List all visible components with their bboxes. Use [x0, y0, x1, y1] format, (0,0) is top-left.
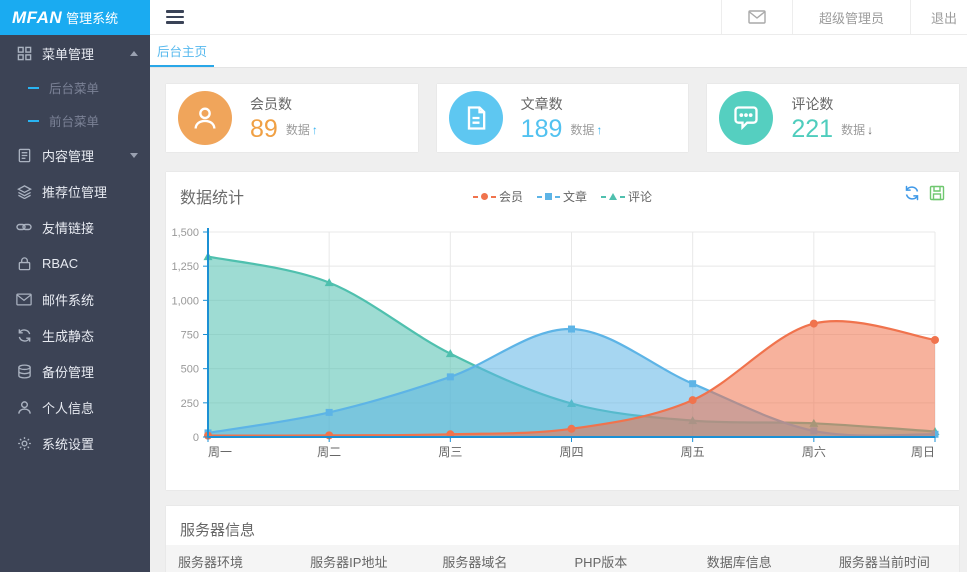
sidebar-item-9[interactable]: 个人信息 — [0, 389, 150, 425]
comment-icon — [719, 91, 774, 145]
server-table-header-row: 服务器环境 服务器IP地址 服务器域名 PHP版本 数据库信息 服务器当前时间 — [166, 545, 959, 572]
grid-icon — [16, 45, 32, 61]
sidebar: 菜单管理后台菜单前台菜单内容管理推荐位管理友情链接 RBAC 邮件系统生成静态备份管… — [0, 35, 150, 572]
user-icon — [16, 399, 32, 415]
sidebar-item-label: 生成静态 — [42, 328, 95, 344]
svg-text:1,500: 1,500 — [171, 227, 199, 239]
svg-text:周日: 周日 — [911, 445, 935, 459]
sidebar-item-8[interactable]: 备份管理 — [0, 353, 150, 389]
svg-text:周一: 周一 — [208, 445, 232, 459]
document-icon — [16, 147, 32, 163]
sidebar-item-label: 内容管理 — [42, 148, 95, 164]
server-table-column-header: 服务器当前时间 — [838, 554, 930, 570]
stat-card-title: 评论数 — [791, 96, 834, 112]
sidebar-item-7[interactable]: 生成静态 — [0, 317, 150, 353]
sidebar-item-6[interactable]: 邮件系统 — [0, 281, 150, 317]
logout-button[interactable]: 退出 — [909, 0, 967, 34]
layers-icon — [16, 183, 32, 199]
stat-card-value: 189 — [520, 115, 563, 143]
svg-text:周六: 周六 — [802, 445, 826, 459]
stat-card-label: 数据 — [285, 122, 310, 137]
svg-text:周二: 周二 — [317, 445, 341, 459]
sidebar-item-label: 菜单管理 — [42, 46, 95, 62]
statistics-panel: 数据统计 会员 文章 评论 0 250 500 750 1,000 1,250 1,500 周一周… — [166, 172, 959, 490]
stat-cards-row: 会员数 89 数据 ↑ 文章数 189 数据 ↑ 评论数 221 数据 ↓ — [166, 84, 960, 152]
trend-up-icon: ↑ — [311, 122, 318, 137]
sidebar-item-1[interactable]: 菜单管理 — [0, 35, 150, 71]
sidebar-item-5[interactable]: RBAC — [0, 245, 150, 281]
stat-card-title: 会员数 — [250, 96, 292, 112]
stat-card-3: 评论数 221 数据 ↓ — [707, 84, 960, 152]
current-user[interactable]: 超级管理员 — [791, 0, 910, 34]
sidebar-item-label: 推荐位管理 — [42, 184, 108, 200]
stat-card-label: 数据 — [570, 122, 595, 137]
server-info-title: 服务器信息 — [180, 522, 256, 539]
server-table-column-header: 数据库信息 — [706, 554, 772, 570]
sidebar-item-2[interactable]: 内容管理 — [0, 137, 150, 173]
sidebar-item-3[interactable]: 推荐位管理 — [0, 173, 150, 209]
database-icon — [16, 363, 32, 379]
stat-card-value: 221 — [791, 115, 834, 143]
sidebar-subitem[interactable]: 后台菜单 — [0, 71, 150, 104]
server-table-column-header: PHP版本 — [574, 554, 628, 570]
svg-text:1,000: 1,000 — [171, 295, 199, 307]
server-info-panel: 服务器信息 服务器环境 服务器IP地址 服务器域名 PHP版本 数据库信息 服务器当前时间 — [166, 506, 959, 572]
sidebar-item-label: 个人信息 — [42, 400, 95, 416]
app-logo: MFAN 管理系统 — [0, 0, 150, 35]
server-info-table: 服务器环境 服务器IP地址 服务器域名 PHP版本 数据库信息 服务器当前时间 — [166, 545, 959, 572]
trend-down-icon: ↓ — [867, 122, 874, 137]
server-table-column-header: 服务器环境 — [178, 554, 244, 570]
stat-card-2: 文章数 189 数据 ↑ — [436, 84, 689, 152]
stat-card-value: 89 — [250, 115, 278, 143]
link-icon — [16, 219, 32, 235]
sidebar-item-10[interactable]: 系统设置 — [0, 425, 150, 461]
mail-icon — [16, 291, 32, 307]
mail-icon — [748, 10, 766, 24]
sidebar-subitem[interactable]: 前台菜单 — [0, 104, 150, 137]
submenu-dash-icon — [28, 86, 39, 89]
area-chart[interactable]: 0 250 500 750 1,000 1,250 1,500 周一 周二 周三 周四 周五 周六 周日 — [166, 172, 959, 490]
submenu-dash-icon — [28, 119, 39, 122]
logo-brand: MFAN — [12, 7, 63, 27]
sidebar-item-label: 邮件系统 — [42, 292, 95, 308]
caret-up-icon — [130, 50, 138, 56]
lock-icon — [16, 255, 32, 271]
svg-text:500: 500 — [181, 364, 199, 376]
svg-text:750: 750 — [181, 330, 199, 342]
stat-card-1: 会员数 89 数据 ↑ — [166, 84, 418, 152]
svg-text:周三: 周三 — [438, 445, 462, 459]
gear-icon — [16, 435, 32, 451]
svg-text:1,250: 1,250 — [171, 261, 199, 273]
sidebar-subitem-label: 后台菜单 — [49, 82, 100, 96]
sidebar-item-label: 备份管理 — [42, 364, 95, 380]
tab-bar: 后台主页 — [150, 35, 967, 68]
svg-text:周五: 周五 — [681, 445, 705, 459]
svg-text:周四: 周四 — [559, 445, 583, 459]
logo-suffix: 管理系统 — [66, 11, 119, 26]
stat-card-label: 数据 — [841, 122, 866, 137]
top-header: 超级管理员 退出 — [150, 0, 967, 35]
svg-text:250: 250 — [181, 398, 199, 410]
server-table-column-header: 服务器域名 — [442, 554, 508, 570]
sidebar-subitem-label: 前台菜单 — [49, 115, 100, 129]
caret-down-icon — [130, 152, 138, 158]
sidebar-item-label: 友情链接 — [42, 220, 95, 236]
trend-up-icon: ↑ — [596, 122, 603, 137]
tab-backend-home[interactable]: 后台主页 — [150, 35, 214, 67]
sidebar-item-label: 系统设置 — [42, 436, 95, 452]
svg-text:0: 0 — [193, 432, 199, 444]
main-content: 会员数 89 数据 ↑ 文章数 189 数据 ↑ 评论数 221 数据 ↓ 数据统计 会员 文章 评论 0… — [150, 68, 967, 572]
messages-button[interactable] — [720, 0, 792, 34]
refresh-icon — [16, 327, 32, 343]
user-icon — [178, 91, 232, 145]
hamburger-menu-icon[interactable] — [166, 10, 184, 24]
sidebar-item-4[interactable]: 友情链接 — [0, 209, 150, 245]
stat-card-title: 文章数 — [520, 96, 563, 112]
server-table-column-header: 服务器IP地址 — [310, 554, 388, 570]
sidebar-item-label: RBAC — [42, 255, 79, 271]
article-icon — [448, 91, 503, 145]
